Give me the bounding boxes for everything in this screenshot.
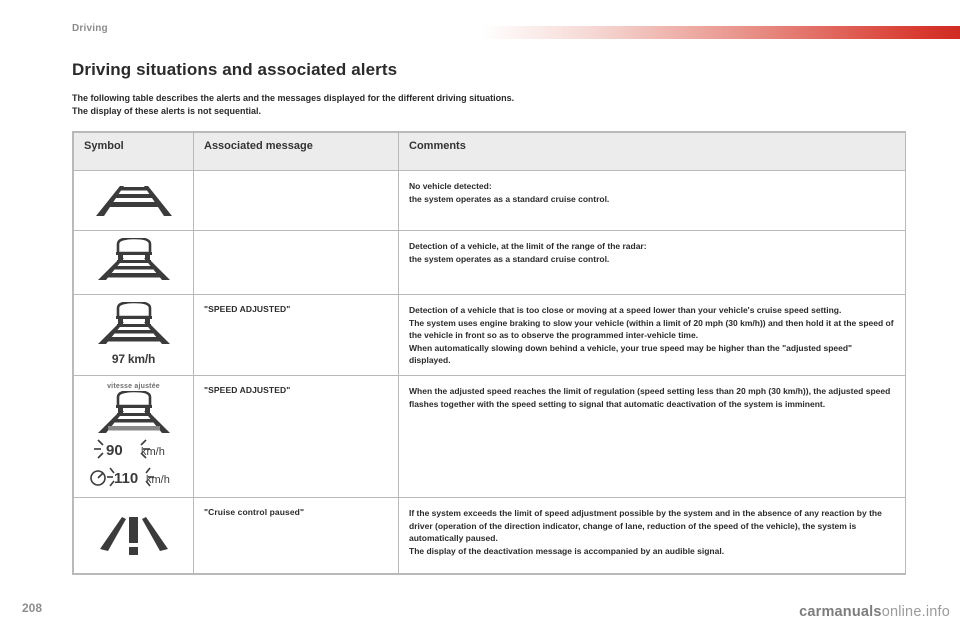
symbol-cell: vitesse ajustée 90 km/h 110 km/h bbox=[73, 375, 194, 498]
road-icon bbox=[85, 178, 182, 223]
comment-line: If the system exceeds the limit of speed… bbox=[409, 508, 882, 543]
message-cell: "SPEED ADJUSTED" bbox=[193, 375, 399, 498]
symbol-cell bbox=[73, 230, 194, 295]
svg-text:km/h: km/h bbox=[146, 474, 170, 486]
comment-line: The display of the deactivation message … bbox=[409, 545, 725, 556]
page-title: Driving situations and associated alerts bbox=[72, 60, 398, 79]
comments-cell: No vehicle detected: the system operates… bbox=[398, 170, 906, 231]
header-accent-bar bbox=[482, 26, 960, 39]
table-header-row: Symbol Associated message Comments bbox=[73, 132, 906, 171]
table-row: vitesse ajustée 90 km/h 110 km/h "SPEED … bbox=[73, 375, 906, 498]
symbol-cell: 97 km/h bbox=[73, 294, 194, 376]
comments-cell: Detection of a vehicle, at the limit of … bbox=[398, 230, 906, 295]
comment-line: Detection of a vehicle that is too close… bbox=[409, 305, 842, 315]
message-cell bbox=[193, 230, 399, 295]
column-header-comments: Comments bbox=[398, 132, 906, 171]
comment-line: When automatically slowing down behind a… bbox=[409, 342, 853, 366]
car-road-speed-icon: 97 km/h bbox=[85, 300, 182, 366]
comment-line: the system operates as a standard cruise… bbox=[409, 193, 610, 204]
comment-line: When the adjusted speed reaches the limi… bbox=[409, 386, 891, 409]
comment-line: The system uses engine braking to slow y… bbox=[409, 317, 894, 341]
car-road-flashing-icon: vitesse ajustée 90 km/h 110 km/h bbox=[85, 383, 182, 490]
car-road-icon bbox=[85, 236, 182, 287]
column-header-message: Associated message bbox=[193, 132, 399, 171]
comments-cell: If the system exceeds the limit of speed… bbox=[398, 497, 906, 574]
page-header: Driving bbox=[0, 22, 960, 44]
comment-line: Detection of a vehicle, at the limit of … bbox=[409, 241, 647, 251]
page-number: 208 bbox=[22, 601, 43, 615]
chapter-label: Driving bbox=[72, 23, 108, 34]
svg-text:110: 110 bbox=[114, 470, 138, 487]
symbol-cell bbox=[73, 497, 194, 574]
table-row: 97 km/h "SPEED ADJUSTED" Detection of a … bbox=[73, 294, 906, 376]
intro-line-2: The display of these alerts is not seque… bbox=[72, 106, 262, 116]
manual-page: Driving Driving situations and associate… bbox=[0, 0, 960, 640]
watermark-suffix: online.info bbox=[881, 604, 950, 620]
message-cell bbox=[193, 170, 399, 231]
comment-line: No vehicle detected: bbox=[409, 181, 492, 191]
comments-cell: When the adjusted speed reaches the limi… bbox=[398, 375, 906, 498]
watermark-prefix: carmanuals bbox=[799, 604, 882, 620]
svg-text:90: 90 bbox=[106, 442, 123, 459]
column-header-symbol: Symbol bbox=[73, 132, 194, 171]
message-cell: "Cruise control paused" bbox=[193, 497, 399, 574]
svg-text:km/h: km/h bbox=[141, 446, 165, 458]
comments-cell: Detection of a vehicle that is too close… bbox=[398, 294, 906, 376]
table-row: No vehicle detected: the system operates… bbox=[73, 170, 906, 231]
symbol-caption: vitesse ajustée bbox=[107, 383, 160, 390]
speed-readout: 97 km/h bbox=[111, 352, 156, 366]
symbol-cell bbox=[73, 170, 194, 231]
intro-line-1: The following table describes the alerts… bbox=[72, 93, 515, 103]
alerts-table: Symbol Associated message Comments No ve… bbox=[72, 131, 906, 575]
table-row: "Cruise control paused" If the system ex… bbox=[73, 497, 906, 574]
warning-icon bbox=[85, 505, 182, 566]
comment-line: the system operates as a standard cruise… bbox=[409, 253, 610, 264]
table-row: Detection of a vehicle, at the limit of … bbox=[73, 230, 906, 295]
intro-text: The following table describes the alerts… bbox=[72, 92, 892, 118]
watermark: carmanualsonline.info bbox=[799, 604, 950, 620]
message-cell: "SPEED ADJUSTED" bbox=[193, 294, 399, 376]
